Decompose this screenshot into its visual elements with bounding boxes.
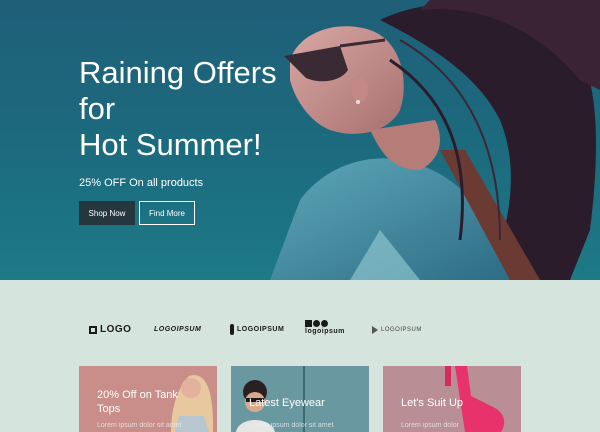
find-more-button[interactable]: Find More [139, 201, 195, 225]
square-logo-icon [89, 325, 97, 334]
hero-banner: Raining Offers for Hot Summer! 25% OFF O… [0, 0, 600, 280]
card-description: Lorem ipsum dolor sit amet [249, 422, 334, 429]
brand-logo-3: LOGOIPSUM [230, 324, 284, 335]
brand-logo-1: LOGO [89, 324, 131, 335]
card-title: Latest Eyewear [249, 397, 325, 409]
hero-copy: Raining Offers for Hot Summer! 25% OFF O… [79, 55, 339, 225]
brand-logo-1-text: LOGO [100, 324, 132, 335]
brand-logo-5: LOGOIPSUM [372, 326, 422, 334]
brand-logo-2: LOGOIPSUM [154, 326, 201, 333]
brand-logo-4-text: logoipsum [305, 328, 345, 335]
hero-subtitle: 25% OFF On all products [79, 177, 204, 189]
card-description: Lorem ipsum dolor sit amet [97, 422, 182, 429]
triangle-logo-icon [372, 326, 378, 334]
glyph-logo-icon [230, 324, 234, 335]
card-title: Let's Suit Up [401, 397, 464, 409]
promo-card-tank-tops[interactable]: 20% Off on Tank Tops Lorem ipsum dolor s… [79, 366, 217, 432]
hero-title-line-2: for [79, 91, 116, 126]
promo-card-suit-up[interactable]: Let's Suit Up Lorem ipsum dolor [383, 366, 521, 432]
shop-now-button[interactable]: Shop Now [79, 201, 135, 225]
promo-card-eyewear[interactable]: Latest Eyewear Lorem ipsum dolor sit ame… [231, 366, 369, 432]
brand-logo-4: logoipsum [305, 320, 345, 335]
card-description: Lorem ipsum dolor [401, 422, 459, 429]
hero-title-line-3: Hot Summer! [79, 127, 262, 162]
card-title: 20% Off on Tank Tops [97, 389, 178, 415]
blocks-logo-icon [305, 320, 328, 327]
brand-logo-5-text: LOGOIPSUM [381, 327, 422, 333]
brand-logo-2-text: LOGOIPSUM [154, 326, 202, 333]
hero-title: Raining Offers for Hot Summer! [79, 55, 309, 163]
hero-title-line-1: Raining Offers [79, 55, 277, 90]
brand-logo-3-text: LOGOIPSUM [237, 326, 285, 333]
brand-logos-strip: LOGO LOGOIPSUM LOGOIPSUM logoipsum LOGOI… [0, 318, 600, 344]
hero-buttons: Shop Now Find More [79, 201, 339, 225]
